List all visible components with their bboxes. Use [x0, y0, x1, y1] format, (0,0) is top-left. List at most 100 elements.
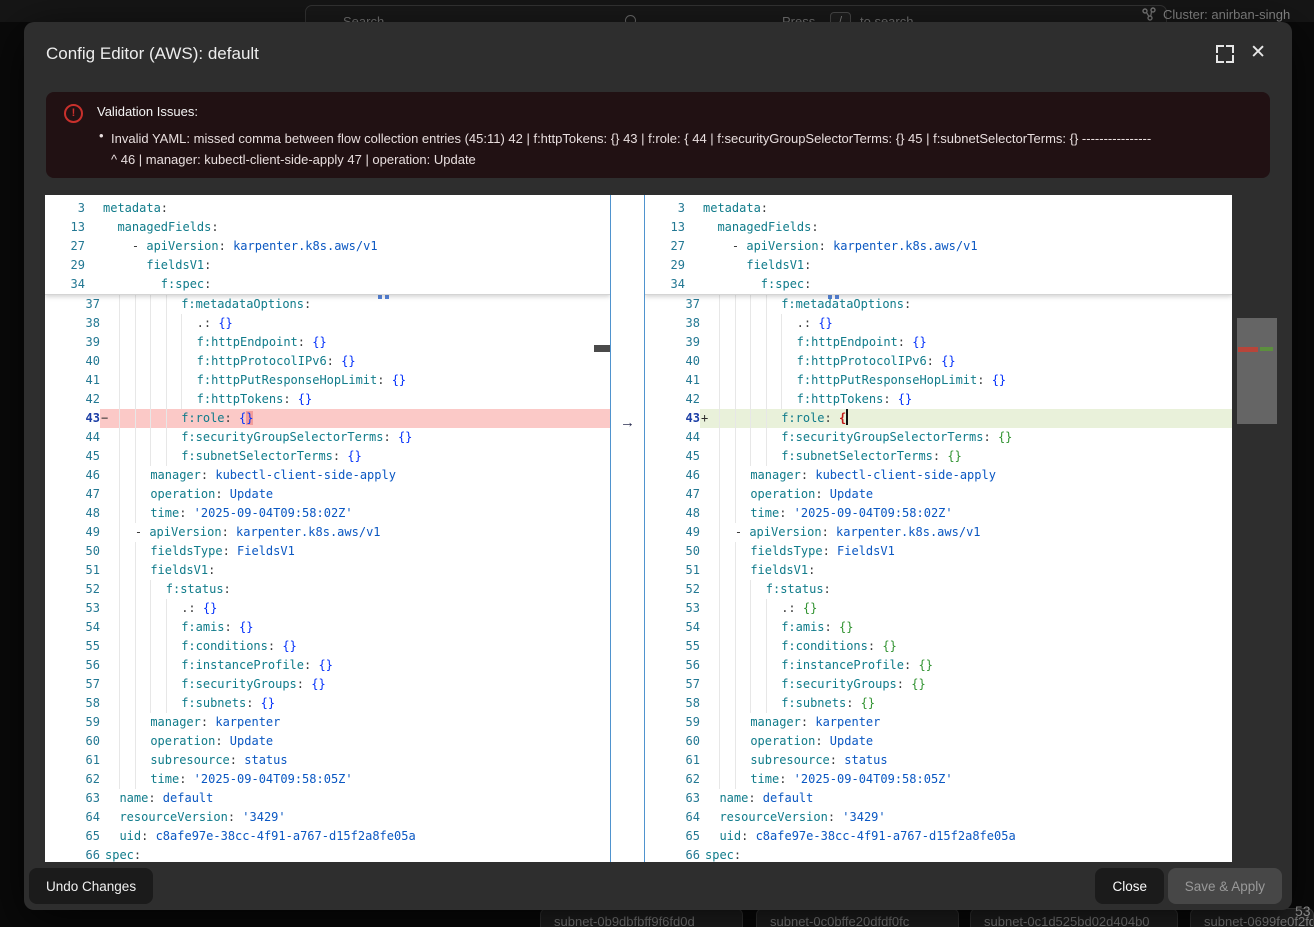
- code-line[interactable]: 59manager: karpenter: [645, 713, 1232, 732]
- code-line[interactable]: 57f:securityGroups: {}: [45, 675, 610, 694]
- code-line[interactable]: 49- apiVersion: karpenter.k8s.aws/v1: [645, 523, 1232, 542]
- code-token: operation: [150, 487, 215, 501]
- undo-changes-button[interactable]: Undo Changes: [29, 868, 153, 904]
- indent-guide: [705, 637, 719, 656]
- code-line[interactable]: 3metadata:: [645, 199, 1232, 218]
- code-line[interactable]: 48time: '2025-09-04T09:58:02Z': [645, 504, 1232, 523]
- code-line[interactable]: 29 fieldsV1:: [45, 256, 610, 275]
- fullscreen-icon[interactable]: [1216, 45, 1234, 63]
- code-line[interactable]: 44f:securityGroupSelectorTerms: {}: [645, 428, 1232, 447]
- code-line[interactable]: 54f:amis: {}: [645, 618, 1232, 637]
- code-line[interactable]: 43−f:role: {}: [45, 409, 610, 428]
- save-apply-button[interactable]: Save & Apply: [1168, 868, 1282, 904]
- code-line[interactable]: 58f:subnets: {}: [45, 694, 610, 713]
- code-line[interactable]: 38.: {}: [45, 314, 610, 333]
- code-token: f:instanceProfile: [181, 658, 304, 672]
- code-line[interactable]: 61subresource: status: [45, 751, 610, 770]
- code-line[interactable]: 54f:amis: {}: [45, 618, 610, 637]
- code-line[interactable]: 43+f:role: {: [645, 409, 1232, 428]
- code-line[interactable]: 63name: default: [45, 789, 610, 808]
- code-line[interactable]: 13 managedFields:: [645, 218, 1232, 237]
- collapsed-unchanged-region[interactable]: 3metadata:13 managedFields:27 - apiVersi…: [645, 195, 1232, 295]
- code-line[interactable]: 49- apiVersion: karpenter.k8s.aws/v1: [45, 523, 610, 542]
- code-line[interactable]: 60operation: Update: [45, 732, 610, 751]
- code-line[interactable]: 39f:httpEndpoint: {}: [645, 333, 1232, 352]
- code-line[interactable]: 56f:instanceProfile: {}: [645, 656, 1232, 675]
- revert-arrow-icon[interactable]: →: [611, 414, 644, 431]
- code-line[interactable]: 52f:status:: [45, 580, 610, 599]
- code-line[interactable]: 52f:status:: [645, 580, 1232, 599]
- code-line[interactable]: 60operation: Update: [645, 732, 1232, 751]
- code-line[interactable]: 46manager: kubectl-client-side-apply: [45, 466, 610, 485]
- code-line[interactable]: 51fieldsV1:: [45, 561, 610, 580]
- code-line[interactable]: 51fieldsV1:: [645, 561, 1232, 580]
- diff-editor-original-pane[interactable]: 3metadata:13 managedFields:27 - apiVersi…: [45, 195, 610, 862]
- code-token: -: [132, 239, 146, 253]
- code-line[interactable]: 62time: '2025-09-04T09:58:05Z': [45, 770, 610, 789]
- code-token: fieldsType: [150, 544, 222, 558]
- code-line[interactable]: 13 managedFields:: [45, 218, 610, 237]
- diff-editor-modified-pane[interactable]: 3metadata:13 managedFields:27 - apiVersi…: [645, 195, 1232, 862]
- code-line[interactable]: 65uid: c8afe97e-38cc-4f91-a767-d15f2a8fe…: [45, 827, 610, 846]
- code-line[interactable]: 62time: '2025-09-04T09:58:05Z': [645, 770, 1232, 789]
- indent-guide: [105, 694, 119, 713]
- code-line[interactable]: 53.: {}: [645, 599, 1232, 618]
- code-line[interactable]: 53.: {}: [45, 599, 610, 618]
- code-line[interactable]: 63name: default: [645, 789, 1232, 808]
- code-line[interactable]: 59manager: karpenter: [45, 713, 610, 732]
- code-line[interactable]: 64resourceVersion: '3429': [45, 808, 610, 827]
- code-line[interactable]: 27 - apiVersion: karpenter.k8s.aws/v1: [45, 237, 610, 256]
- line-number: 63: [645, 789, 700, 808]
- code-line[interactable]: 34 f:spec:: [645, 275, 1232, 294]
- code-line[interactable]: 41f:httpPutResponseHopLimit: {}: [45, 371, 610, 390]
- code-line[interactable]: 40f:httpProtocolIPv6: {}: [645, 352, 1232, 371]
- code-line[interactable]: 40f:httpProtocolIPv6: {}: [45, 352, 610, 371]
- code-line[interactable]: 55f:conditions: {}: [45, 637, 610, 656]
- code-line[interactable]: 58f:subnets: {}: [645, 694, 1232, 713]
- indent-guide: [735, 732, 750, 751]
- line-number: 41: [645, 371, 700, 390]
- code-line[interactable]: 56f:instanceProfile: {}: [45, 656, 610, 675]
- code-line[interactable]: 61subresource: status: [645, 751, 1232, 770]
- code-line[interactable]: 65uid: c8afe97e-38cc-4f91-a767-d15f2a8fe…: [645, 827, 1232, 846]
- code-line[interactable]: 3metadata:: [45, 199, 610, 218]
- code-line[interactable]: 64resourceVersion: '3429': [645, 808, 1232, 827]
- code-line[interactable]: 57f:securityGroups: {}: [645, 675, 1232, 694]
- code-line[interactable]: 55f:conditions: {}: [645, 637, 1232, 656]
- code-line[interactable]: 48time: '2025-09-04T09:58:02Z': [45, 504, 610, 523]
- code-line[interactable]: 42f:httpTokens: {}: [645, 390, 1232, 409]
- code-line[interactable]: 50fieldsType: FieldsV1: [45, 542, 610, 561]
- code-line[interactable]: 27 - apiVersion: karpenter.k8s.aws/v1: [645, 237, 1232, 256]
- indent-guide: [119, 656, 134, 675]
- code-token: {}: [392, 373, 406, 387]
- code-line[interactable]: 41f:httpPutResponseHopLimit: {}: [645, 371, 1232, 390]
- indent-guide: [105, 656, 119, 675]
- line-number: 64: [45, 808, 100, 827]
- close-button[interactable]: Close: [1095, 868, 1164, 904]
- code-line[interactable]: 37f:metadataOptions:: [645, 295, 1232, 314]
- diff-editor-sash[interactable]: →: [610, 195, 645, 862]
- code-token: {}: [398, 430, 412, 444]
- code-line[interactable]: 39f:httpEndpoint: {}: [45, 333, 610, 352]
- indent-guide: [705, 466, 719, 485]
- code-line[interactable]: 47operation: Update: [45, 485, 610, 504]
- code-line[interactable]: 47operation: Update: [645, 485, 1232, 504]
- code-line[interactable]: 37f:metadataOptions:: [45, 295, 610, 314]
- code-line[interactable]: 45f:subnetSelectorTerms: {}: [645, 447, 1232, 466]
- collapsed-unchanged-region[interactable]: 3metadata:13 managedFields:27 - apiVersi…: [45, 195, 610, 295]
- code-line[interactable]: 42f:httpTokens: {}: [45, 390, 610, 409]
- close-icon[interactable]: ✕: [1250, 42, 1266, 64]
- code-line[interactable]: 44f:securityGroupSelectorTerms: {}: [45, 428, 610, 447]
- code-line[interactable]: 29 fieldsV1:: [645, 256, 1232, 275]
- code-line[interactable]: 34 f:spec:: [45, 275, 610, 294]
- code-line[interactable]: 66spec:: [45, 846, 610, 862]
- code-token: {}: [912, 335, 926, 349]
- minimap-slider[interactable]: [1237, 318, 1277, 424]
- code-line[interactable]: 50fieldsType: FieldsV1: [645, 542, 1232, 561]
- code-line[interactable]: 45f:subnetSelectorTerms: {}: [45, 447, 610, 466]
- code-line[interactable]: 46manager: kubectl-client-side-apply: [645, 466, 1232, 485]
- code-line[interactable]: 66spec:: [645, 846, 1232, 862]
- code-line[interactable]: 38.: {}: [645, 314, 1232, 333]
- code-token: :: [219, 239, 233, 253]
- indent-guide: [135, 561, 150, 580]
